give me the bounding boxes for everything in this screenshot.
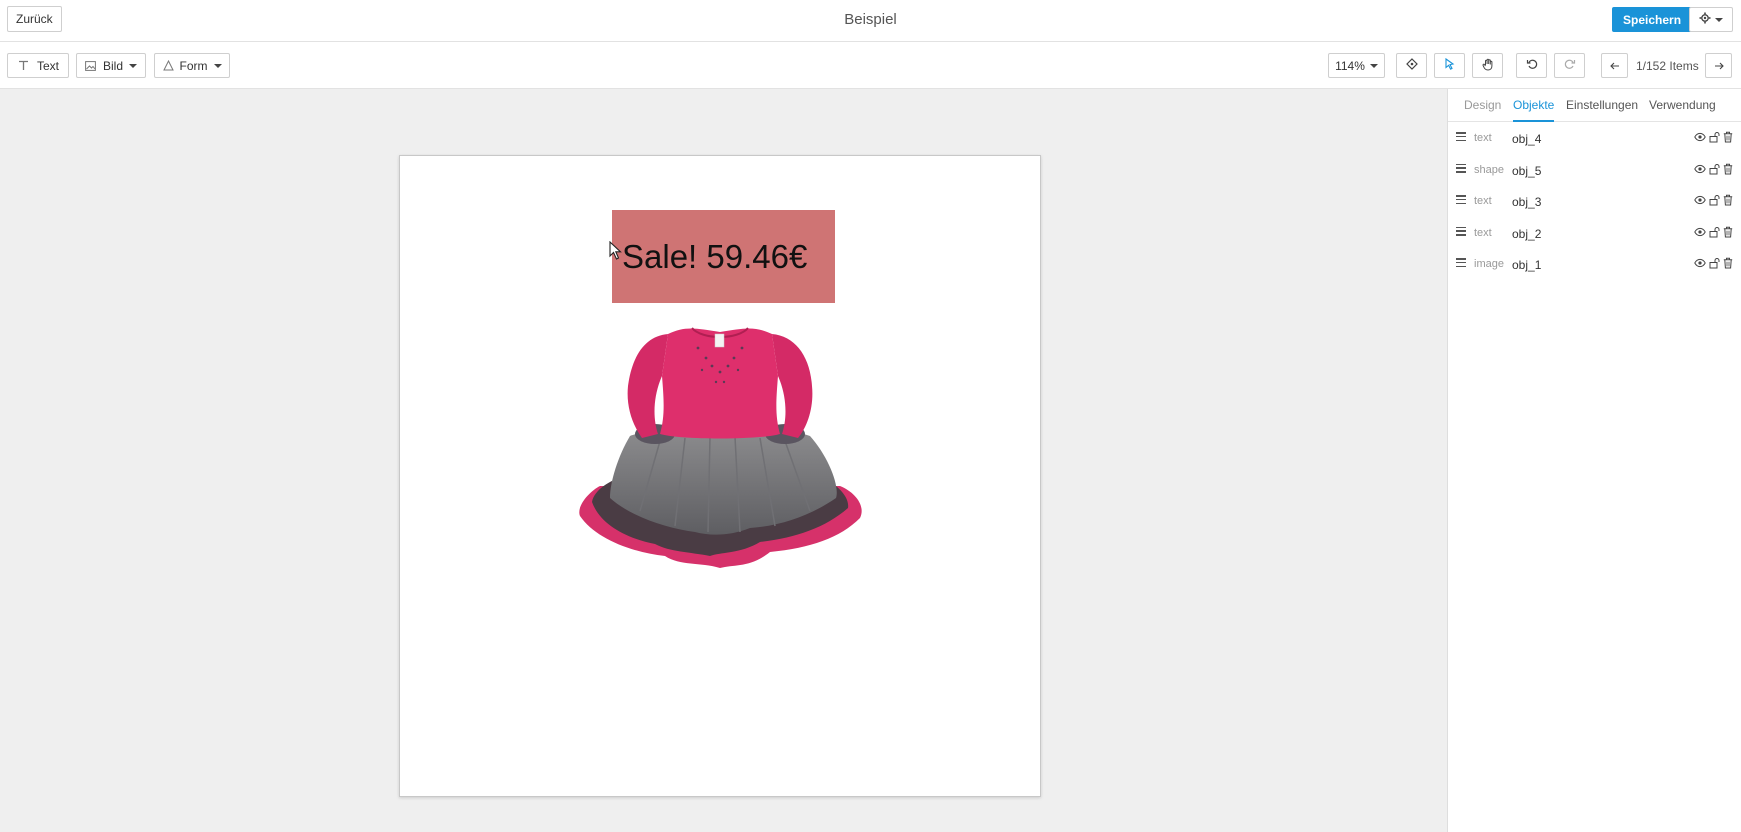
save-button[interactable]: Speichern	[1612, 7, 1693, 32]
tab-design[interactable]: Design	[1464, 98, 1501, 120]
chevron-down-icon	[1369, 63, 1378, 68]
drag-handle-icon[interactable]	[1456, 195, 1466, 204]
eye-icon[interactable]	[1694, 163, 1706, 175]
object-actions	[1694, 194, 1733, 206]
chevron-down-icon	[213, 63, 222, 68]
panel-tabs: Design Objekte Einstellungen Verwendung	[1448, 89, 1741, 122]
object-actions	[1694, 226, 1733, 238]
trash-icon[interactable]	[1723, 226, 1733, 238]
zoom-dropdown[interactable]: 114%	[1328, 53, 1385, 78]
image-icon	[85, 59, 97, 73]
document-title: Beispiel	[844, 11, 897, 28]
zoom-value: 114%	[1335, 58, 1365, 73]
undo-icon	[1526, 58, 1538, 73]
add-shape-label: Form	[179, 58, 208, 73]
add-shape-button[interactable]: Form	[154, 53, 230, 78]
object-type: text	[1474, 132, 1492, 144]
unlock-icon[interactable]	[1709, 194, 1720, 206]
object-list-item[interactable]: text obj_4	[1448, 123, 1741, 154]
redo-icon	[1564, 58, 1576, 73]
fit-to-screen-button[interactable]	[1396, 53, 1427, 78]
unlock-icon[interactable]	[1709, 257, 1720, 269]
tab-settings[interactable]: Einstellungen	[1566, 98, 1638, 120]
trash-icon[interactable]	[1723, 131, 1733, 143]
select-tool-button[interactable]	[1434, 53, 1465, 78]
chevron-down-icon	[1715, 17, 1723, 22]
editor-toolbar: Text Bild Form 114% 1/152 Items	[0, 43, 1741, 89]
editor-workspace[interactable]: Sale! 59.46€	[0, 89, 1447, 832]
unlock-icon[interactable]	[1709, 226, 1720, 238]
eye-icon[interactable]	[1694, 194, 1706, 206]
unlock-icon[interactable]	[1709, 163, 1720, 175]
unlock-icon[interactable]	[1709, 131, 1720, 143]
object-name: obj_5	[1512, 163, 1542, 178]
eye-icon[interactable]	[1694, 257, 1706, 269]
design-canvas[interactable]: Sale! 59.46€	[399, 155, 1041, 797]
object-actions	[1694, 257, 1733, 269]
object-name: obj_3	[1512, 195, 1542, 209]
mouse-pointer-icon	[609, 241, 622, 260]
back-button[interactable]: Zurück	[7, 6, 62, 32]
object-list-item[interactable]: image obj_1	[1448, 249, 1741, 280]
tab-usage[interactable]: Verwendung	[1649, 98, 1716, 120]
object-list-item[interactable]: text obj_2	[1448, 218, 1741, 249]
trash-icon[interactable]	[1723, 194, 1733, 206]
gear-icon	[1699, 12, 1711, 27]
eye-icon[interactable]	[1694, 226, 1706, 238]
object-list-item[interactable]: text obj_3	[1448, 186, 1741, 217]
undo-button[interactable]	[1516, 53, 1547, 78]
drag-handle-icon[interactable]	[1456, 258, 1466, 267]
chevron-down-icon	[129, 63, 137, 68]
dress-product-image[interactable]	[570, 306, 870, 576]
previous-item-button[interactable]	[1601, 53, 1628, 78]
redo-button[interactable]	[1554, 53, 1585, 78]
object-type: text	[1474, 226, 1492, 239]
arrow-left-icon	[1609, 59, 1620, 73]
next-item-button[interactable]	[1705, 53, 1732, 78]
drag-handle-icon[interactable]	[1456, 163, 1466, 173]
arrow-right-icon	[1714, 59, 1724, 73]
eye-icon[interactable]	[1694, 131, 1706, 143]
object-name: obj_4	[1512, 132, 1542, 146]
hand-icon	[1482, 58, 1494, 74]
shape-icon	[162, 59, 174, 73]
object-type: image	[1474, 258, 1504, 270]
tab-objects[interactable]: Objekte	[1513, 98, 1555, 122]
add-image-button[interactable]: Bild	[76, 53, 146, 78]
trash-icon[interactable]	[1723, 257, 1733, 269]
drag-handle-icon[interactable]	[1456, 226, 1466, 236]
add-text-label: Text	[36, 58, 59, 73]
pan-tool-button[interactable]	[1472, 53, 1503, 78]
object-name: obj_2	[1512, 226, 1542, 241]
cursor-arrow-icon	[1444, 57, 1455, 73]
item-pagination-info: 1/152 Items	[1636, 59, 1699, 73]
object-type: shape	[1474, 163, 1504, 176]
settings-dropdown-button[interactable]	[1689, 7, 1733, 32]
object-actions	[1694, 131, 1733, 143]
properties-panel: Design Objekte Einstellungen Verwendung …	[1447, 89, 1741, 832]
object-name: obj_1	[1512, 258, 1542, 272]
object-actions	[1694, 163, 1733, 175]
app-header: Zurück Beispiel Speichern	[0, 0, 1741, 42]
trash-icon[interactable]	[1723, 163, 1733, 175]
text-icon	[17, 59, 31, 73]
sale-price-text[interactable]: Sale! 59.46€	[622, 238, 807, 276]
drag-handle-icon[interactable]	[1456, 132, 1466, 141]
add-text-button[interactable]: Text	[7, 53, 69, 78]
sale-price-box[interactable]: Sale! 59.46€	[612, 210, 835, 303]
object-list-item[interactable]: shape obj_5	[1448, 155, 1741, 186]
target-icon	[1405, 58, 1418, 73]
add-image-label: Bild	[102, 58, 123, 73]
object-type: text	[1474, 195, 1492, 207]
